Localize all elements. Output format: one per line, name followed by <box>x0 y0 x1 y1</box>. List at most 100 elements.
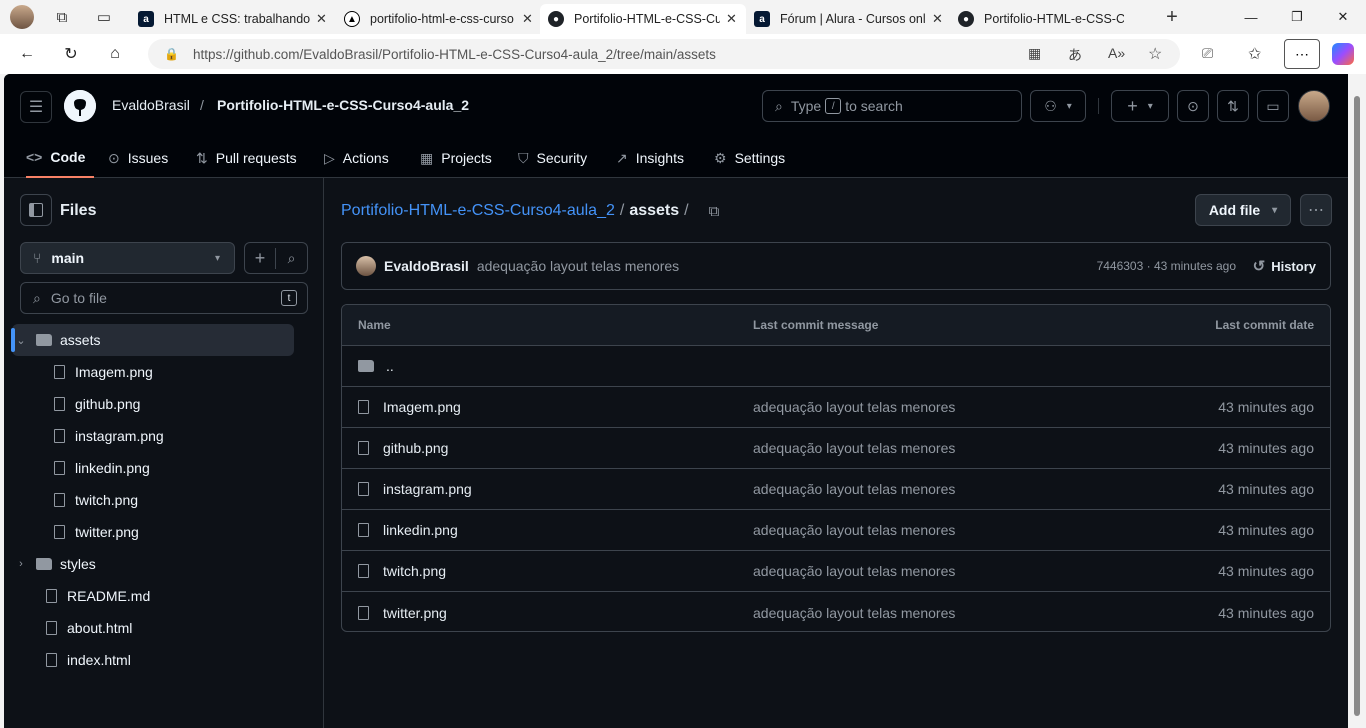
commit-message[interactable]: adequação layout telas menores <box>477 258 679 274</box>
tab-pull-requests[interactable]: ⇅ Pull requests <box>196 138 297 178</box>
tab-projects[interactable]: ▦ Projects <box>420 138 492 178</box>
settings-more-icon[interactable]: ⋯ <box>1284 39 1320 69</box>
minimize-icon[interactable]: — <box>1228 4 1274 30</box>
pull-requests-button[interactable]: ⇅ <box>1217 90 1249 122</box>
commit-message-link[interactable]: adequação layout telas menores <box>753 522 955 538</box>
favorite-star-icon[interactable]: ☆ <box>1148 44 1162 64</box>
file-name-link[interactable]: Imagem.png <box>383 399 461 415</box>
back-icon[interactable]: ← <box>12 40 42 68</box>
author-avatar[interactable] <box>356 256 376 276</box>
issues-button[interactable]: ⊙ <box>1177 90 1209 122</box>
refresh-icon[interactable]: ↻ <box>56 40 86 68</box>
tree-item-label: instagram.png <box>75 428 164 444</box>
tab-settings[interactable]: ⚙ Settings <box>714 138 785 178</box>
commit-message-link[interactable]: adequação layout telas menores <box>753 563 955 579</box>
parent-link[interactable]: .. <box>386 358 394 374</box>
tree-item-file[interactable]: about.html <box>12 612 294 644</box>
tab-label: Projects <box>441 150 492 166</box>
add-file-button[interactable]: + ⌕ <box>244 242 308 274</box>
file-name-link[interactable]: linkedin.png <box>383 522 458 538</box>
search-input[interactable]: ⌕ Type / to search <box>762 90 1022 122</box>
address-bar[interactable]: 🔒 https://github.com/EvaldoBrasil/Portif… <box>148 39 1180 69</box>
commit-author[interactable]: EvaldoBrasil <box>384 258 469 274</box>
close-icon[interactable]: ✕ <box>932 11 943 27</box>
pull-request-icon: ⇅ <box>1227 97 1239 114</box>
github-page: ☰ EvaldoBrasil / Portifolio-HTML-e-CSS-C… <box>4 74 1348 728</box>
commit-message-link[interactable]: adequação layout telas menores <box>753 481 955 497</box>
tree-item-file[interactable]: README.md <box>12 580 294 612</box>
github-icon: ● <box>548 11 564 27</box>
tree-item-file[interactable]: index.html <box>12 644 294 676</box>
tab-code[interactable]: <> Code <box>26 138 94 178</box>
history-button[interactable]: ↺ History <box>1253 257 1316 275</box>
collapse-sidebar-button[interactable] <box>20 194 52 226</box>
close-icon[interactable]: ✕ <box>522 11 533 27</box>
tab-actions[interactable]: ▷ Actions <box>324 138 389 178</box>
tree-item-file[interactable]: linkedin.png <box>12 452 294 484</box>
close-icon[interactable]: ✕ <box>316 11 327 27</box>
app-available-icon[interactable]: ▦ <box>1028 45 1041 62</box>
branch-select[interactable]: ⑂ main ▾ <box>20 242 235 274</box>
tree-item-styles[interactable]: › styles <box>12 548 294 580</box>
add-file-dropdown[interactable]: Add file ▾ <box>1195 194 1291 226</box>
inbox-button[interactable]: ▭ <box>1257 90 1289 122</box>
browser-tab-4[interactable]: ● Portifolio-HTML-e-CSS-Cur <box>950 4 1150 34</box>
tab-issues[interactable]: ⊙ Issues <box>108 138 168 178</box>
tab-label: Security <box>536 150 588 166</box>
tab-label: Pull requests <box>215 150 297 166</box>
commit-meta[interactable]: 7446303 · 43 minutes ago <box>1097 259 1236 273</box>
file-name-link[interactable]: twitter.png <box>383 605 447 621</box>
profile-avatar[interactable] <box>10 5 34 29</box>
copilot-button[interactable]: ⚇ ▾ <box>1030 90 1086 122</box>
more-options-icon[interactable]: ⋯ <box>1300 194 1332 226</box>
commit-message-link[interactable]: adequação layout telas menores <box>753 440 955 456</box>
commit-message-link[interactable]: adequação layout telas menores <box>753 399 955 415</box>
new-tab-icon[interactable]: + <box>1158 4 1186 30</box>
parent-directory-row[interactable]: .. <box>342 346 1330 387</box>
tree-item-file[interactable]: github.png <box>12 388 294 420</box>
tree-item-file[interactable]: instagram.png <box>12 420 294 452</box>
breadcrumb-repo-link[interactable]: Portifolio-HTML-e-CSS-Curso4-aula_2 <box>341 202 615 220</box>
scrollbar-thumb[interactable] <box>1354 96 1360 716</box>
browser-tab-3[interactable]: a Fórum | Alura - Cursos onli ✕ <box>746 4 952 34</box>
repo-owner-link[interactable]: EvaldoBrasil <box>112 97 190 113</box>
workspaces-icon[interactable]: ⧉ <box>48 4 76 30</box>
github-logo-icon[interactable] <box>64 90 96 122</box>
lock-icon: 🔒 <box>164 47 179 61</box>
latest-commit-bar: EvaldoBrasil adequação layout telas meno… <box>341 242 1331 290</box>
branch-icon: ⑂ <box>33 250 42 266</box>
file-name-link[interactable]: github.png <box>383 440 448 456</box>
cast-icon[interactable]: ⎚ <box>1202 45 1213 62</box>
user-avatar[interactable] <box>1298 90 1330 122</box>
inbox-icon: ▭ <box>1266 97 1280 114</box>
tree-item-file[interactable]: twitch.png <box>12 484 294 516</box>
browser-tab-2[interactable]: ● Portifolio-HTML-e-CSS-Cur ✕ <box>540 4 746 34</box>
tree-item-file[interactable]: Imagem.png <box>12 356 294 388</box>
tab-security[interactable]: ⛉ Security <box>518 138 587 178</box>
page-scrollbar[interactable] <box>1348 74 1366 728</box>
copilot-icon[interactable] <box>1332 43 1354 65</box>
translate-icon[interactable]: あ <box>1068 45 1082 65</box>
tab-insights[interactable]: ↗ Insights <box>616 138 684 178</box>
chevron-down-icon: ⌄ <box>16 334 26 347</box>
home-icon[interactable]: ⌂ <box>100 40 130 68</box>
close-window-icon[interactable]: ✕ <box>1320 4 1366 30</box>
close-icon[interactable]: ✕ <box>726 11 737 27</box>
favorites-icon[interactable]: ✩ <box>1248 44 1261 64</box>
tree-item-file[interactable]: twitter.png <box>12 516 294 548</box>
tab-actions-icon[interactable]: ▭ <box>90 4 118 30</box>
file-name-link[interactable]: twitch.png <box>383 563 446 579</box>
go-to-file-input[interactable]: ⌕ Go to file t <box>20 282 308 314</box>
create-new-button[interactable]: + ▾ <box>1111 90 1169 122</box>
tree-item-assets[interactable]: ⌄ assets <box>11 324 294 356</box>
browser-tab-1[interactable]: ▲ portifolio-html-e-css-curso ✕ <box>336 4 542 34</box>
hamburger-menu-icon[interactable]: ☰ <box>20 91 52 123</box>
browser-tab-0[interactable]: a HTML e CSS: trabalhando c ✕ <box>130 4 336 34</box>
file-name-link[interactable]: instagram.png <box>383 481 472 497</box>
copy-path-icon[interactable]: ⧉ <box>709 203 720 220</box>
read-aloud-icon[interactable]: A» <box>1108 45 1125 61</box>
restore-icon[interactable]: ❐ <box>1274 4 1320 30</box>
repo-name-link[interactable]: Portifolio-HTML-e-CSS-Curso4-aula_2 <box>217 97 469 113</box>
commit-message-link[interactable]: adequação layout telas menores <box>753 605 955 621</box>
tree-item-label: styles <box>60 556 96 572</box>
